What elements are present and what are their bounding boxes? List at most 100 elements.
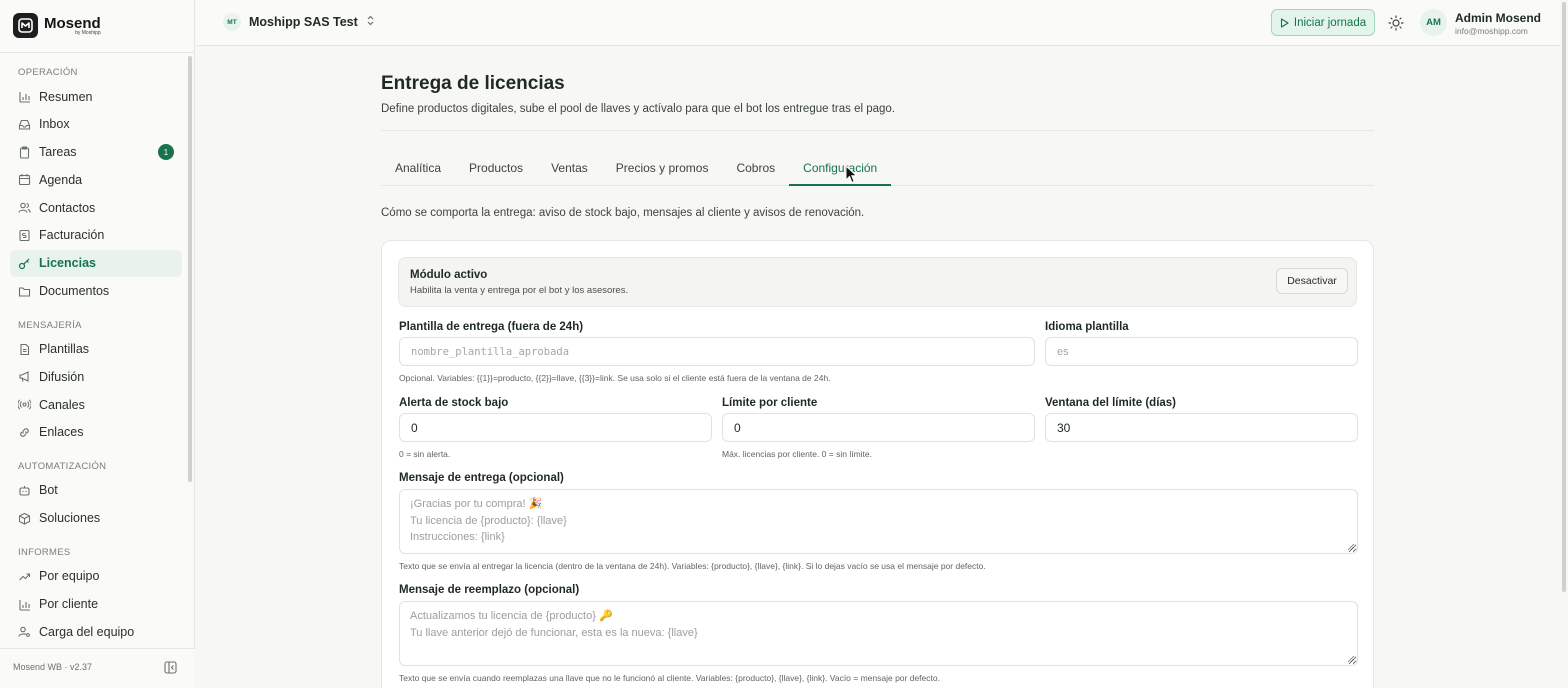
module-subtitle: Habilita la venta y entrega por el bot y…: [410, 285, 629, 296]
sidebar-item-label: Difusión: [39, 369, 85, 384]
client-limit-help: Máx. licencias por cliente. 0 = sin lími…: [722, 449, 872, 459]
sidebar-item-difusion[interactable]: Difusión: [10, 363, 182, 390]
app-version: Mosend WB · v2.37: [13, 662, 93, 672]
workspace-avatar: MT: [223, 13, 241, 31]
box-icon: [18, 512, 31, 525]
sidebar-section-label: MENSAJERÍA: [18, 319, 82, 331]
folder-icon: [18, 285, 31, 298]
sidebar-item-agenda[interactable]: Agenda: [10, 166, 182, 193]
template-input[interactable]: [399, 337, 1035, 366]
sidebar: Mosend by Moshipp OPERACIÓN Resumen Inbox T…: [0, 0, 195, 688]
megaphone-icon: [18, 370, 31, 383]
sidebar-item-contactos[interactable]: Contactos: [10, 194, 182, 221]
placeholder-line: Actualizamos tu licencia de {producto} 🔑: [410, 610, 613, 622]
sidebar-item-tareas[interactable]: Tareas 1: [10, 139, 182, 166]
sidebar-item-por-cliente[interactable]: Por cliente: [10, 591, 182, 618]
sidebar-item-label: Agenda: [39, 172, 83, 187]
sidebar-item-label: Por equipo: [39, 569, 100, 584]
language-label: Idioma plantilla: [1045, 321, 1129, 333]
client-limit-label: Límite por cliente: [722, 397, 818, 409]
tab-analitica[interactable]: Analítica: [381, 151, 455, 185]
language-input[interactable]: [1045, 337, 1358, 366]
settings-card: Módulo activo Habilita la venta y entreg…: [381, 240, 1374, 688]
sidebar-item-label: Inbox: [39, 117, 70, 132]
delivery-message-textarea[interactable]: ¡Gracias por tu compra! 🎉 Tu licencia de …: [399, 489, 1358, 554]
section-description: Cómo se comporta la entrega: aviso de st…: [381, 207, 865, 219]
top-bar: MT Moshipp SAS Test Iniciar jornada AM A…: [196, 0, 1560, 46]
bar-chart-icon: [18, 90, 31, 103]
placeholder-line: Tu llave anterior dejó de funcionar, est…: [410, 626, 698, 639]
sidebar-section-label: INFORMES: [18, 546, 71, 558]
sidebar-item-label: Resumen: [39, 89, 93, 104]
brand-name: Mosend: [44, 14, 101, 32]
sidebar-item-label: Tareas: [39, 145, 77, 160]
page-subtitle: Define productos digitales, sube el pool…: [381, 103, 895, 115]
workspace-switcher[interactable]: MT Moshipp SAS Test: [223, 13, 375, 31]
user-email: info@moshipp.com: [1455, 26, 1528, 36]
sidebar-item-canales[interactable]: Canales: [10, 391, 182, 418]
stock-alert-input[interactable]: [399, 413, 712, 442]
placeholder-line: ¡Gracias por tu compra! 🎉: [410, 498, 543, 510]
tab-precios-y-promos[interactable]: Precios y promos: [602, 151, 723, 185]
template-label: Plantilla de entrega (fuera de 24h): [399, 321, 584, 333]
limit-window-input[interactable]: [1045, 413, 1358, 442]
sidebar-item-carga-del-equipo[interactable]: Carga del equipo: [10, 618, 182, 644]
start-shift-button[interactable]: Iniciar jornada: [1271, 9, 1375, 36]
stock-alert-label: Alerta de stock bajo: [399, 397, 509, 409]
sidebar-item-enlaces[interactable]: Enlaces: [10, 419, 182, 446]
workspace-name: Moshipp SAS Test: [249, 15, 358, 29]
user-cog-icon: [18, 625, 31, 638]
file-text-icon: [18, 343, 31, 356]
brand[interactable]: Mosend by Moshipp: [13, 13, 101, 38]
tab-cobros[interactable]: Cobros: [722, 151, 789, 185]
key-icon: [18, 257, 31, 270]
sidebar-scrollbar[interactable]: [188, 56, 192, 482]
sidebar-item-label: Plantillas: [39, 342, 90, 357]
deactivate-button[interactable]: Desactivar: [1276, 268, 1348, 294]
sidebar-item-label: Canales: [39, 397, 85, 412]
replacement-message-label: Mensaje de reemplazo (opcional): [399, 584, 580, 596]
radio-icon: [18, 398, 31, 411]
placeholder-line: Instrucciones: {link}: [410, 531, 505, 543]
inbox-icon: [18, 118, 31, 131]
bot-icon: [18, 484, 31, 497]
sidebar-item-facturacion[interactable]: Facturación: [10, 222, 182, 249]
sidebar-item-licencias[interactable]: Licencias: [10, 249, 182, 277]
tab-configuracion[interactable]: Configuración: [789, 151, 892, 186]
client-limit-input[interactable]: [722, 413, 1035, 442]
replacement-message-textarea[interactable]: Actualizamos tu licencia de {producto} 🔑…: [399, 601, 1358, 666]
trend-icon: [18, 570, 31, 583]
template-help: Opcional. Variables: {{1}}=producto, {{2…: [399, 373, 831, 383]
play-icon: [1280, 17, 1289, 28]
user-name[interactable]: Admin Mosend: [1455, 11, 1541, 25]
sidebar-item-bot[interactable]: Bot: [10, 477, 182, 504]
module-status-panel: Módulo activo Habilita la venta y entreg…: [398, 257, 1357, 307]
tab-productos[interactable]: Productos: [455, 151, 537, 185]
sidebar-item-inbox[interactable]: Inbox: [10, 111, 182, 138]
page-title: Entrega de licencias: [381, 73, 565, 94]
users-icon: [18, 201, 31, 214]
sidebar-item-plantillas[interactable]: Plantillas: [10, 336, 182, 363]
sidebar-item-label: Documentos: [39, 284, 110, 299]
sidebar-item-resumen[interactable]: Resumen: [10, 83, 182, 110]
sidebar-item-label: Enlaces: [39, 425, 84, 440]
page-scrollbar[interactable]: [1562, 2, 1566, 592]
module-title: Módulo activo: [410, 269, 488, 281]
sidebar-item-soluciones[interactable]: Soluciones: [10, 505, 182, 532]
collapse-sidebar-icon[interactable]: [164, 661, 177, 674]
sidebar-footer: Mosend WB · v2.37: [0, 648, 195, 688]
resize-grip-icon[interactable]: [1347, 543, 1355, 551]
limit-window-label: Ventana del límite (días): [1045, 397, 1177, 409]
resize-grip-icon[interactable]: [1347, 655, 1355, 663]
sidebar-item-por-equipo[interactable]: Por equipo: [10, 563, 182, 590]
sun-icon[interactable]: [1387, 14, 1405, 32]
delivery-message-label: Mensaje de entrega (opcional): [399, 472, 564, 484]
tab-ventas[interactable]: Ventas: [537, 151, 602, 185]
bar-chart-icon: [18, 598, 31, 611]
user-avatar[interactable]: AM: [1420, 9, 1447, 36]
replacement-message-help: Texto que se envía cuando reemplazas una…: [399, 673, 940, 683]
mouse-cursor-icon: [845, 164, 859, 185]
clipboard-icon: [18, 146, 31, 159]
mosend-logo-icon: [13, 13, 38, 38]
sidebar-item-documentos[interactable]: Documentos: [10, 278, 182, 305]
